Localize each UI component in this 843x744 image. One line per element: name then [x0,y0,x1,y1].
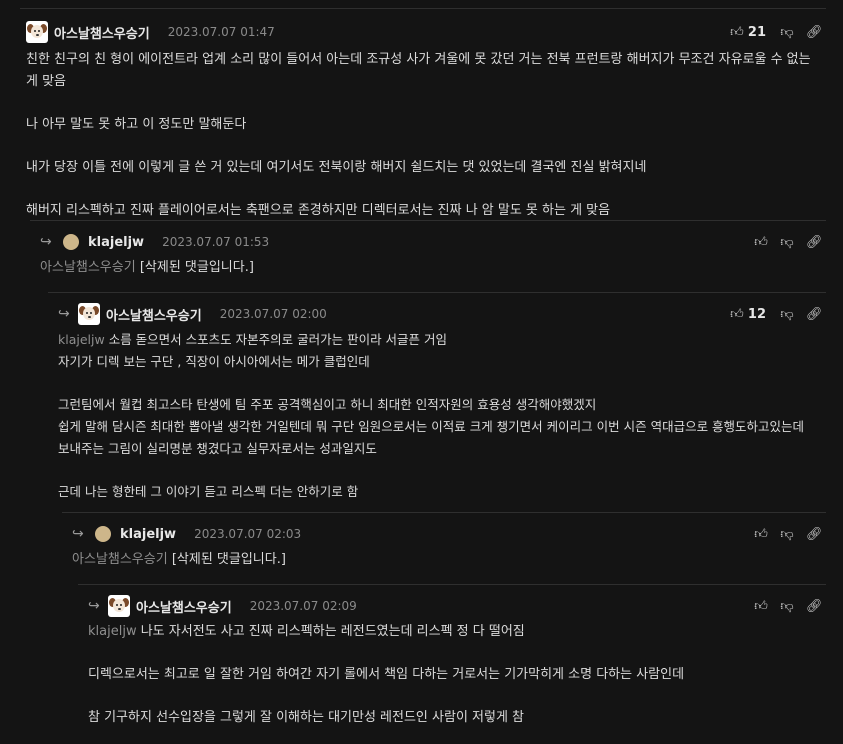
paragraph: 참 기구하지 선수입장을 그렇게 잘 이해하는 대기만성 레전드인 사람이 저렇… [88,710,525,725]
avatar[interactable] [63,234,79,250]
comment-actions: 👍︎ 21 👎︎ 🔗︎ [730,24,823,40]
avatar[interactable] [95,526,111,542]
author-name[interactable]: klajeljw [88,235,144,250]
mention[interactable]: 아스날챔스우승기 [72,552,168,567]
paragraph: 자기가 디렉 보는 구단 , 직장이 아시아에서는 메가 클럽인데 [58,354,370,369]
avatar[interactable] [78,303,100,325]
thumbs-down-icon[interactable]: 👎︎ [780,527,794,542]
link-icon[interactable]: 🔗︎ [806,599,823,614]
paragraph: 나도 자서전도 사고 진짜 리스펙하는 레전드였는데 리스펙 정 다 떨어짐 [140,624,525,639]
comment-5: ↪ 아스날챔스우승기 2023.07.07 02:09 👍︎ 👎︎ 🔗︎ kla… [78,584,826,744]
paragraph: 해버지 리스펙하고 진짜 플레이어로서는 축팬으로 존경하지만 디렉터로서는 진… [26,203,611,218]
mention[interactable]: klajeljw [58,332,105,347]
avatar[interactable] [26,21,48,43]
comment-body: 아스날챔스우승기 [삭제된 댓글입니다.] [40,257,818,279]
like-count: 21 [747,24,766,40]
thumbs-up-icon[interactable]: 👍︎ [754,235,768,250]
deleted-text: [삭제된 댓글입니다.] [139,260,254,275]
comment-date: 2023.07.07 02:09 [249,599,357,613]
author-name[interactable]: 아스날챔스우승기 [106,305,202,324]
paragraph: 내가 당장 이틀 전에 이렇게 글 쓴 거 있는데 여기서도 전북이랑 해버지 … [26,160,647,175]
paragraph: 디렉으로서는 최고로 일 잘한 거임 하여간 자기 롤에서 책임 다하는 거로서… [88,667,685,682]
thumbs-up-icon[interactable]: 👍︎ [730,25,744,40]
comment-header: ↪ klajeljw 2023.07.07 02:03 👍︎ 👎︎ 🔗︎ [72,523,823,545]
comment-actions: 👍︎ 12 👎︎ 🔗︎ [730,306,823,322]
comment-date: 2023.07.07 02:00 [219,307,327,321]
thumbs-down-icon[interactable]: 👎︎ [780,307,794,322]
comment-date: 2023.07.07 01:53 [162,235,270,249]
author-name[interactable]: klajeljw [120,527,176,542]
comment-date: 2023.07.07 02:03 [194,527,302,541]
paragraph: 소름 돋으면서 스포츠도 자본주의로 굴러가는 판이라 서글픈 거임 [108,332,448,347]
thumbs-down-icon[interactable]: 👎︎ [780,599,794,614]
link-icon[interactable]: 🔗︎ [806,527,823,542]
mention[interactable]: 아스날챔스우승기 [40,260,136,275]
thumbs-up-icon[interactable]: 👍︎ [754,527,768,542]
comment-actions: 👍︎ 👎︎ 🔗︎ [754,235,823,250]
link-icon[interactable]: 🔗︎ [806,25,823,40]
thumbs-down-icon[interactable]: 👎︎ [780,235,794,250]
paragraph: 친한 친구의 친 형이 에이전트라 업계 소리 많이 들어서 아는데 조규성 사… [26,52,811,89]
mention[interactable]: klajeljw [88,624,137,639]
comment-body: 친한 친구의 친 형이 에이전트라 업계 소리 많이 들어서 아는데 조규성 사… [26,49,820,222]
reply-arrow-icon: ↪ [58,306,70,322]
comment-header: 아스날챔스우승기 2023.07.07 01:47 👍︎ 21 👎︎ 🔗︎ [26,21,823,43]
paragraph: 그런팀에서 월컵 최고스타 탄생에 팀 주포 공격핵심이고 하니 최대한 인적자… [58,397,805,456]
author-name[interactable]: 아스날챔스우승기 [136,597,232,616]
paragraph: 근데 나는 형한테 그 이야기 듣고 리스펙 더는 안하기로 함 [58,484,359,499]
comment-header: ↪ 아스날챔스우승기 2023.07.07 02:00 👍︎ 12 👎︎ 🔗︎ [58,303,823,325]
thumbs-down-icon[interactable]: 👎︎ [780,25,794,40]
comment-4: ↪ klajeljw 2023.07.07 02:03 👍︎ 👎︎ 🔗︎ 아스날… [62,512,826,584]
comment-header: ↪ klajeljw 2023.07.07 01:53 👍︎ 👎︎ 🔗︎ [40,231,823,253]
comment-header: ↪ 아스날챔스우승기 2023.07.07 02:09 👍︎ 👎︎ 🔗︎ [88,595,823,617]
comment-actions: 👍︎ 👎︎ 🔗︎ [754,527,823,542]
comment-actions: 👍︎ 👎︎ 🔗︎ [754,599,823,614]
comment-body: klajeljw 소름 돋으면서 스포츠도 자본주의로 굴러가는 판이라 서글픈… [58,329,818,503]
reply-arrow-icon: ↪ [88,598,100,614]
comment-date: 2023.07.07 01:47 [167,25,275,39]
comment-1: 아스날챔스우승기 2023.07.07 01:47 👍︎ 21 👎︎ 🔗︎ 친한… [20,8,826,228]
deleted-text: [삭제된 댓글입니다.] [171,552,286,567]
avatar[interactable] [108,595,130,617]
comment-3: ↪ 아스날챔스우승기 2023.07.07 02:00 👍︎ 12 👎︎ 🔗︎ … [48,292,826,512]
thumbs-up-icon[interactable]: 👍︎ [730,307,744,322]
comment-body: 아스날챔스우승기 [삭제된 댓글입니다.] [72,549,818,571]
link-icon[interactable]: 🔗︎ [806,235,823,250]
link-icon[interactable]: 🔗︎ [806,307,823,322]
comment-body: klajeljw 나도 자서전도 사고 진짜 리스펙하는 레전드였는데 리스펙 … [88,621,818,729]
reply-arrow-icon: ↪ [72,526,84,542]
thumbs-up-icon[interactable]: 👍︎ [754,599,768,614]
comment-2: ↪ klajeljw 2023.07.07 01:53 👍︎ 👎︎ 🔗︎ 아스날… [30,220,826,292]
author-name[interactable]: 아스날챔스우승기 [54,23,150,42]
paragraph: 나 아무 말도 못 하고 이 정도만 말해둔다 [26,117,247,132]
reply-arrow-icon: ↪ [40,234,52,250]
like-count: 12 [747,306,766,322]
